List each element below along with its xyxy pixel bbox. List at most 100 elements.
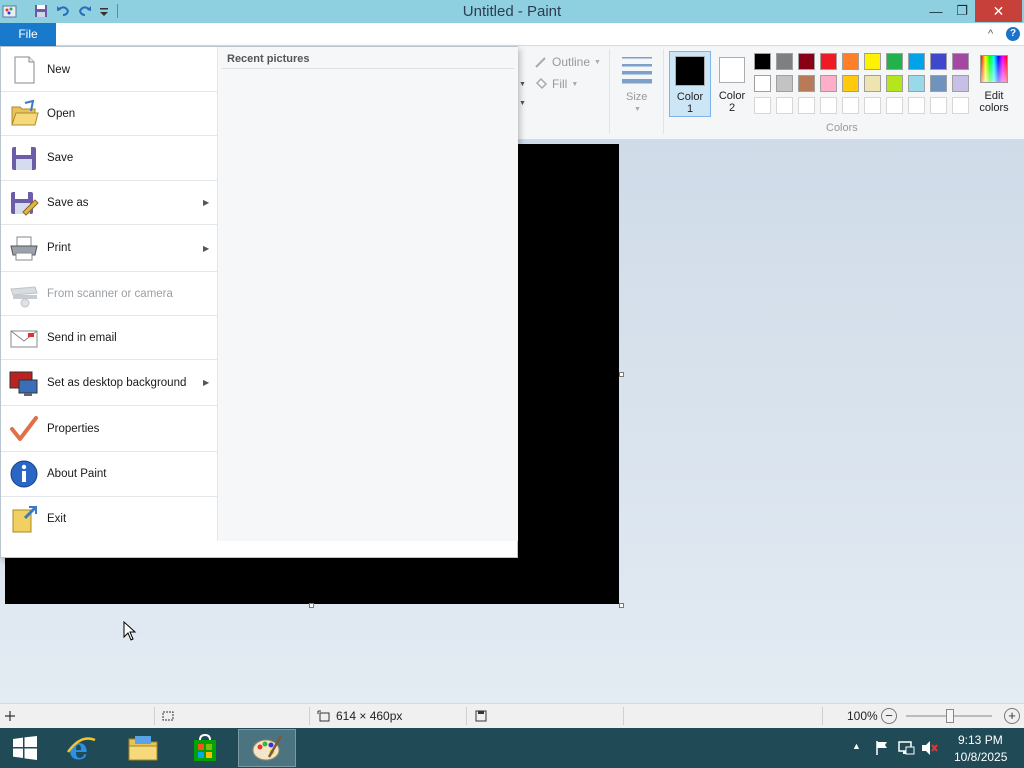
fill-dropdown[interactable]: Fill ▼ bbox=[534, 76, 578, 92]
clock-date[interactable]: 10/8/2025 bbox=[954, 750, 1007, 764]
recent-pictures-title: Recent pictures bbox=[227, 53, 310, 65]
palette-swatch[interactable] bbox=[754, 53, 771, 70]
palette-custom-slot[interactable] bbox=[864, 97, 881, 114]
clock-time[interactable]: 9:13 PM bbox=[958, 733, 1003, 747]
palette-custom-slot[interactable] bbox=[798, 97, 815, 114]
properties-checkmark-icon bbox=[10, 415, 38, 441]
palette-swatch[interactable] bbox=[798, 75, 815, 92]
colors-group-label: Colors bbox=[826, 122, 858, 134]
palette-swatch[interactable] bbox=[908, 53, 925, 70]
palette-custom-slot[interactable] bbox=[754, 97, 771, 114]
zoom-out-button[interactable]: − bbox=[881, 708, 897, 724]
volume-muted-icon[interactable] bbox=[920, 740, 938, 756]
size-caret-icon: ▼ bbox=[634, 106, 641, 113]
save-icon bbox=[12, 147, 36, 170]
help-icon[interactable]: ? bbox=[1006, 27, 1020, 41]
palette-custom-slot[interactable] bbox=[952, 97, 969, 114]
color1-number: 1 bbox=[686, 103, 694, 115]
palette-custom-slot[interactable] bbox=[776, 97, 793, 114]
status-separator bbox=[466, 707, 467, 725]
menu-item-properties-label: Properties bbox=[47, 422, 100, 435]
shapes-scroll-caret-icon[interactable]: ▼ bbox=[519, 100, 526, 107]
taskbar-paint[interactable] bbox=[238, 729, 296, 767]
menu-item-send-email[interactable]: Send in email bbox=[1, 316, 218, 359]
palette-swatch[interactable] bbox=[930, 53, 947, 70]
menu-item-desktop-background-label: Set as desktop background bbox=[47, 376, 187, 389]
menu-item-desktop-background[interactable]: Set as desktop background ▶ bbox=[1, 360, 218, 405]
palette-swatch[interactable] bbox=[776, 53, 793, 70]
palette-swatch[interactable] bbox=[820, 75, 837, 92]
outline-dropdown[interactable]: Outline ▼ bbox=[534, 54, 601, 70]
palette-swatch[interactable] bbox=[864, 53, 881, 70]
palette-custom-slot[interactable] bbox=[908, 97, 925, 114]
internet-explorer-icon: e bbox=[66, 732, 96, 764]
palette-swatch[interactable] bbox=[798, 53, 815, 70]
file-size-icon bbox=[475, 710, 487, 722]
color1-swatch bbox=[675, 56, 705, 86]
color2-button[interactable]: Color 2 bbox=[712, 51, 752, 117]
palette-swatch[interactable] bbox=[908, 75, 925, 92]
size-dropdown[interactable]: Size ▼ bbox=[617, 52, 657, 114]
show-hidden-icons-button[interactable]: ▲ bbox=[852, 741, 861, 751]
palette-swatch[interactable] bbox=[842, 53, 859, 70]
zoom-slider-thumb[interactable] bbox=[946, 709, 954, 723]
color1-button[interactable]: Color 1 bbox=[669, 51, 711, 117]
file-explorer-icon bbox=[128, 736, 158, 761]
palette-swatch[interactable] bbox=[820, 53, 837, 70]
palette-swatch[interactable] bbox=[930, 75, 947, 92]
close-button[interactable]: ✕ bbox=[975, 0, 1022, 22]
menu-item-from-scanner[interactable]: From scanner or camera bbox=[1, 272, 218, 315]
restore-button[interactable]: ❐ bbox=[950, 0, 974, 22]
palette-swatch[interactable] bbox=[754, 75, 771, 92]
palette-swatch[interactable] bbox=[886, 53, 903, 70]
palette-swatch[interactable] bbox=[952, 53, 969, 70]
edit-colors-label: Edit bbox=[984, 90, 1004, 102]
action-center-flag-icon[interactable] bbox=[874, 740, 890, 756]
taskbar-internet-explorer[interactable]: e bbox=[52, 729, 110, 767]
resize-handle-corner[interactable] bbox=[619, 603, 624, 608]
canvas-dimensions: 614 × 460px bbox=[336, 709, 403, 723]
file-menu-commands: New Open Save Save as ▶ Print ▶ From sca… bbox=[1, 47, 218, 541]
resize-handle-right[interactable] bbox=[619, 372, 624, 377]
menu-item-save-as-label: Save as bbox=[47, 196, 89, 209]
menu-item-exit-label: Exit bbox=[47, 513, 67, 525]
menu-item-save-as[interactable]: Save as ▶ bbox=[1, 181, 218, 224]
palette-swatch[interactable] bbox=[842, 75, 859, 92]
palette-swatch[interactable] bbox=[864, 75, 881, 92]
palette-swatch[interactable] bbox=[776, 75, 793, 92]
palette-custom-slot[interactable] bbox=[930, 97, 947, 114]
resize-handle-bottom[interactable] bbox=[309, 603, 314, 608]
line-size-icon bbox=[622, 57, 652, 84]
zoom-level: 100% bbox=[847, 709, 878, 723]
info-icon bbox=[10, 460, 38, 488]
edit-colors-rainbow-icon bbox=[980, 55, 1008, 83]
desktop-background-icon bbox=[9, 371, 38, 396]
canvas-size-icon bbox=[317, 710, 330, 722]
palette-custom-slot[interactable] bbox=[842, 97, 859, 114]
menu-item-properties[interactable]: Properties bbox=[1, 406, 218, 451]
menu-item-exit[interactable]: Exit bbox=[1, 497, 218, 541]
file-tab[interactable]: File bbox=[0, 23, 56, 46]
network-icon[interactable] bbox=[897, 740, 915, 756]
shapes-dropdown-caret-icon[interactable]: ▼ bbox=[519, 81, 526, 88]
taskbar-file-explorer[interactable] bbox=[114, 729, 172, 767]
palette-custom-slot[interactable] bbox=[886, 97, 903, 114]
menu-item-print[interactable]: Print ▶ bbox=[1, 225, 218, 271]
palette-swatch[interactable] bbox=[886, 75, 903, 92]
minimize-button[interactable]: — bbox=[925, 0, 947, 22]
taskbar-store[interactable] bbox=[176, 729, 234, 767]
zoom-in-button[interactable]: + bbox=[1004, 708, 1020, 724]
menu-item-about[interactable]: About Paint bbox=[1, 452, 218, 496]
menu-item-new[interactable]: New bbox=[1, 48, 218, 91]
palette-swatch[interactable] bbox=[952, 75, 969, 92]
cursor-position-icon bbox=[5, 711, 15, 721]
collapse-ribbon-icon[interactable]: ^ bbox=[988, 28, 993, 40]
edit-colors-button[interactable]: Edit colors bbox=[976, 51, 1012, 117]
recent-pictures-panel: Recent pictures bbox=[218, 47, 518, 541]
start-button[interactable] bbox=[0, 729, 50, 767]
palette-custom-slot[interactable] bbox=[820, 97, 837, 114]
menu-item-save[interactable]: Save bbox=[1, 136, 218, 180]
store-icon bbox=[194, 733, 216, 761]
menu-item-open[interactable]: Open bbox=[1, 92, 218, 135]
fill-bucket-icon bbox=[535, 77, 548, 90]
